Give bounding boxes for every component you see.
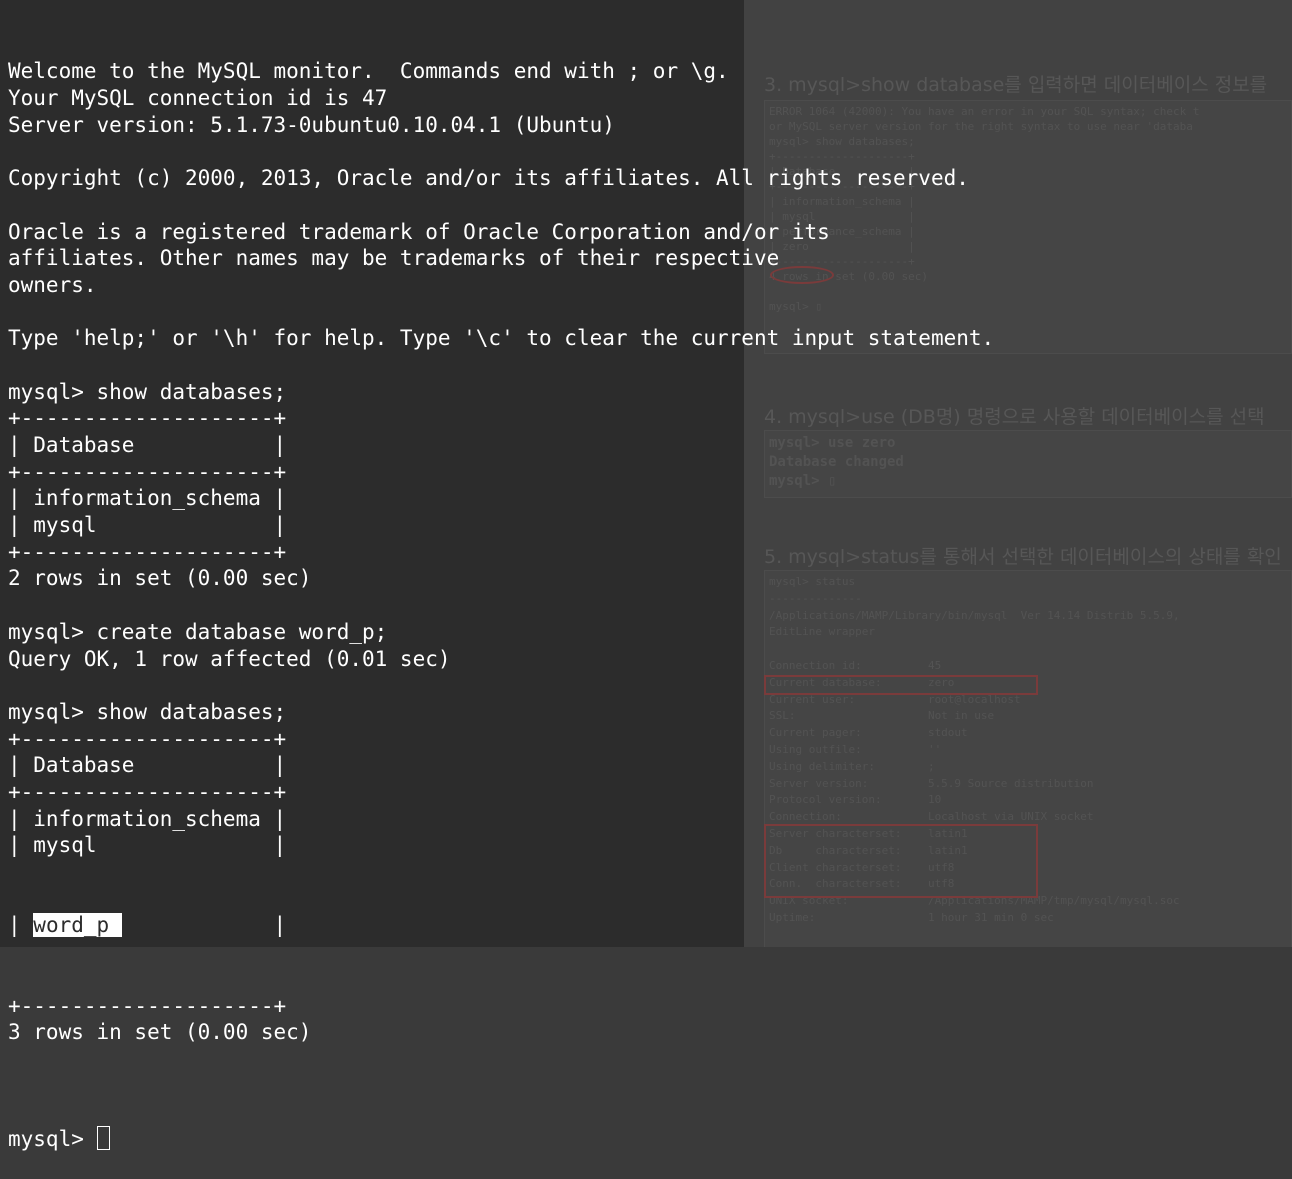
terminal-window[interactable]: Welcome to the MySQL monitor. Commands e… — [0, 0, 1292, 1151]
terminal-line: +--------------------+ — [8, 993, 287, 1018]
table-border: | — [8, 913, 34, 938]
terminal-line: Oracle is a registered trademark of Orac… — [8, 219, 830, 244]
text-cursor[interactable] — [96, 1126, 110, 1150]
terminal-line: mysql> show databases; — [8, 379, 287, 404]
terminal-line: +--------------------+ — [8, 726, 287, 751]
terminal-line: +--------------------+ — [8, 406, 287, 431]
terminal-line: | mysql | — [8, 513, 287, 538]
terminal-line: | Database | — [8, 753, 287, 778]
terminal-selected-row: | word_p | — [8, 912, 1292, 939]
terminal-line: | information_schema | — [8, 486, 287, 511]
terminal-line: +--------------------+ — [8, 539, 287, 564]
terminal-line: | mysql | — [8, 833, 287, 858]
terminal-line: Copyright (c) 2000, 2013, Oracle and/or … — [8, 166, 969, 191]
terminal-output-after: +--------------------+ 3 rows in set (0.0… — [8, 993, 1292, 1073]
terminal-line: +--------------------+ — [8, 779, 287, 804]
terminal-line: +--------------------+ — [8, 459, 287, 484]
terminal-output: Welcome to the MySQL monitor. Commands e… — [8, 58, 1292, 859]
terminal-line: owners. — [8, 272, 97, 297]
terminal-line: 2 rows in set (0.00 sec) — [8, 566, 312, 591]
terminal-line: Welcome to the MySQL monitor. Commands e… — [8, 59, 729, 84]
terminal-line: Server version: 5.1.73-0ubuntu0.10.04.1 … — [8, 112, 615, 137]
terminal-line: 3 rows in set (0.00 sec) — [8, 1020, 312, 1045]
table-border: | — [121, 913, 287, 938]
terminal-line: Type 'help;' or '\h' for help. Type '\c'… — [8, 326, 995, 351]
terminal-line: mysql> create database word_p; — [8, 619, 388, 644]
terminal-line: affiliates. Other names may be trademark… — [8, 246, 780, 271]
terminal-line: Query OK, 1 row affected (0.01 sec) — [8, 646, 451, 671]
terminal-line: Your MySQL connection id is 47 — [8, 86, 388, 111]
terminal-line: | information_schema | — [8, 806, 287, 831]
selected-text[interactable]: word_p — [33, 913, 122, 938]
terminal-line: | Database | — [8, 433, 287, 458]
mysql-prompt: mysql> — [8, 1127, 97, 1151]
terminal-prompt-line[interactable]: mysql> — [8, 1126, 1292, 1153]
terminal-line: mysql> show databases; — [8, 699, 287, 724]
